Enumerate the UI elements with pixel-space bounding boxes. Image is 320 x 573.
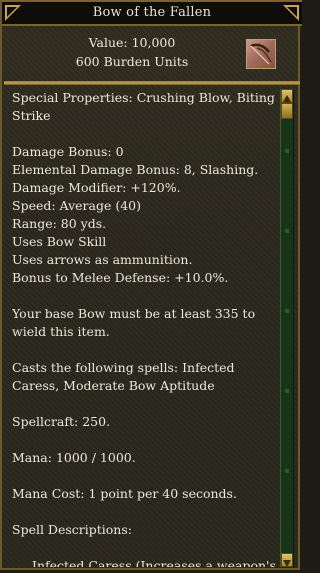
item-header: Value: 10,000 600 Burden Units [2, 26, 302, 81]
item-value: Value: 10,000 [88, 35, 176, 50]
spells-cast: Casts the following spells: Infected Car… [12, 360, 235, 393]
bow-item-icon [246, 39, 276, 69]
scroll-track-mark [285, 149, 289, 153]
ammunition: Uses arrows as ammunition. [12, 252, 193, 267]
scroll-track-mark [285, 309, 289, 313]
window-title: Bow of the Fallen [92, 5, 212, 20]
item-examine-panel: Bow of the Fallen Value: 10,000 600 Burd… [0, 0, 302, 570]
scroll-up-button[interactable] [281, 89, 293, 103]
scroll-thumb[interactable] [281, 103, 293, 119]
spell-descriptions-header: Spell Descriptions: [12, 522, 132, 537]
elemental-damage-bonus: Elemental Damage Bonus: 8, Slashing. [12, 162, 259, 177]
scroll-track-mark [285, 229, 289, 233]
range: Range: 80 yds. [12, 216, 107, 231]
item-description: Special Properties: Crushing Blow, Bitin… [12, 89, 278, 567]
speed: Speed: Average (40) [12, 198, 141, 213]
spellcraft: Spellcraft: 250. [12, 414, 111, 429]
arrow-down-icon [283, 560, 291, 567]
description-scrollbar[interactable] [280, 89, 294, 567]
damage-modifier: Damage Modifier: +120%. [12, 180, 181, 195]
mana-cost: Mana Cost: 1 point per 40 seconds. [12, 486, 237, 501]
skill: Uses Bow Skill [12, 234, 107, 249]
spell-description-infected-caress: Infected Caress (Increases a weapon's [32, 558, 276, 567]
title-bar-left-ornament-icon [5, 5, 21, 21]
scroll-down-button[interactable] [281, 553, 293, 567]
scroll-track-mark [285, 469, 289, 473]
title-bar[interactable]: Bow of the Fallen [2, 0, 302, 26]
wield-requirement: Your base Bow must be at least 335 to wi… [12, 306, 256, 339]
mana: Mana: 1000 / 1000. [12, 450, 136, 465]
scroll-track-mark [285, 389, 289, 393]
header-divider [4, 81, 300, 85]
melee-defense-bonus: Bonus to Melee Defense: +10.0%. [12, 270, 229, 285]
item-burden: 600 Burden Units [75, 54, 189, 69]
special-properties: Special Properties: Crushing Blow, Bitin… [12, 90, 275, 123]
bow-icon [250, 43, 272, 65]
title-bar-right-ornament-icon [283, 5, 299, 21]
damage-bonus: Damage Bonus: 0 [12, 144, 124, 159]
